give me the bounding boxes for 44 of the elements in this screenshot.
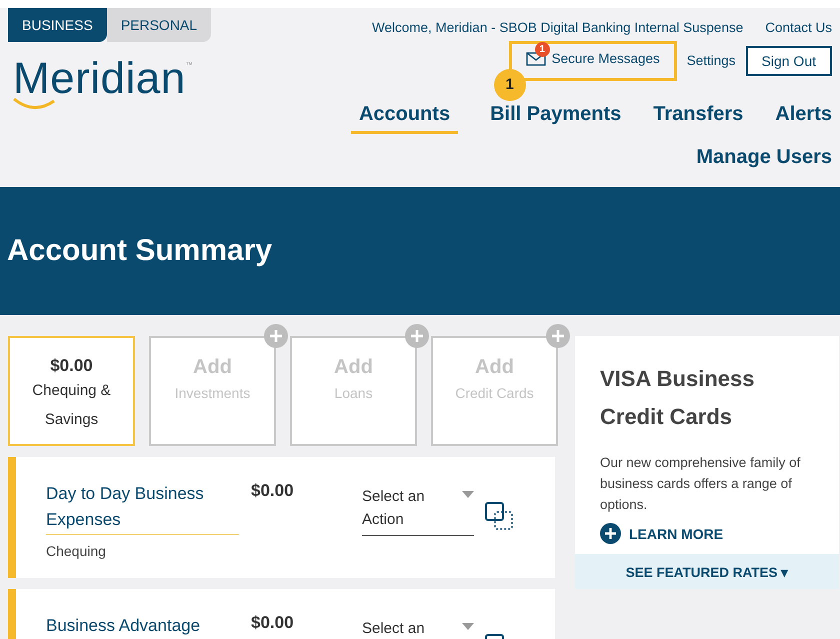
- promo-text: Our new comprehensive family of business cards offers a range of options.: [600, 454, 802, 514]
- nav-link[interactable]: Accounts: [350, 102, 458, 134]
- notification-badge: 1: [534, 42, 550, 57]
- tile-action: Add: [334, 356, 373, 379]
- tile-amount: $0.00: [50, 356, 93, 376]
- nav-link[interactable]: Manage Users: [696, 146, 832, 176]
- featured-rates-button[interactable]: SEE FEATURED RATES ▾: [575, 554, 839, 589]
- account-name-link[interactable]: Day to Day Business Expenses: [46, 481, 239, 535]
- action-select[interactable]: Select an: [362, 613, 474, 639]
- account-type-tab[interactable]: BUSINESS: [8, 8, 107, 42]
- tile-action: Add: [475, 356, 514, 379]
- action-select[interactable]: Select an Action: [362, 481, 474, 536]
- account-type-tab[interactable]: PERSONAL: [106, 8, 212, 42]
- envelope-icon: [526, 52, 546, 66]
- overlapping-squares-icon[interactable]: [484, 501, 514, 531]
- account-type: Chequing: [46, 543, 107, 559]
- account-balance: $0.00: [251, 613, 295, 633]
- settings-link[interactable]: Settings: [686, 53, 736, 68]
- plus-icon[interactable]: [264, 324, 288, 348]
- tile-action: Add: [193, 356, 232, 379]
- tile-label: Credit Cards: [455, 385, 534, 401]
- logo-wordmark: Meridian: [13, 54, 186, 104]
- account-name-link[interactable]: Business Advantage: [46, 613, 239, 639]
- callout-number: 1: [494, 68, 526, 100]
- caret-icon: [462, 623, 474, 630]
- plus-circle-icon: [600, 523, 621, 544]
- nav-link[interactable]: Alerts: [775, 102, 832, 134]
- nav-link[interactable]: Bill Payments: [490, 102, 622, 134]
- promo-title: VISA Business Credit Cards: [600, 365, 756, 431]
- account-balance: $0.00: [251, 481, 295, 501]
- contact-us-link[interactable]: Contact Us: [765, 20, 832, 35]
- caret-icon: [462, 491, 474, 498]
- welcome-text: Welcome, Meridian - SBOB Digital Banking Internal Suspense: [372, 20, 744, 35]
- page-title: Account Summary: [7, 234, 272, 268]
- tile-label: Loans: [334, 385, 373, 401]
- plus-icon[interactable]: [405, 324, 429, 348]
- smile-arc-icon: [12, 97, 56, 111]
- summary-tile[interactable]: $0.00 Chequing & Savings: [8, 336, 135, 446]
- plus-icon[interactable]: [546, 324, 570, 348]
- sign-out-button[interactable]: Sign Out: [746, 46, 832, 76]
- tile-label: Investments: [174, 385, 250, 401]
- tile-label: Chequing & Savings: [31, 381, 112, 430]
- learn-more-link[interactable]: LEARN MORE: [600, 523, 819, 544]
- nav-link[interactable]: Transfers: [653, 102, 744, 134]
